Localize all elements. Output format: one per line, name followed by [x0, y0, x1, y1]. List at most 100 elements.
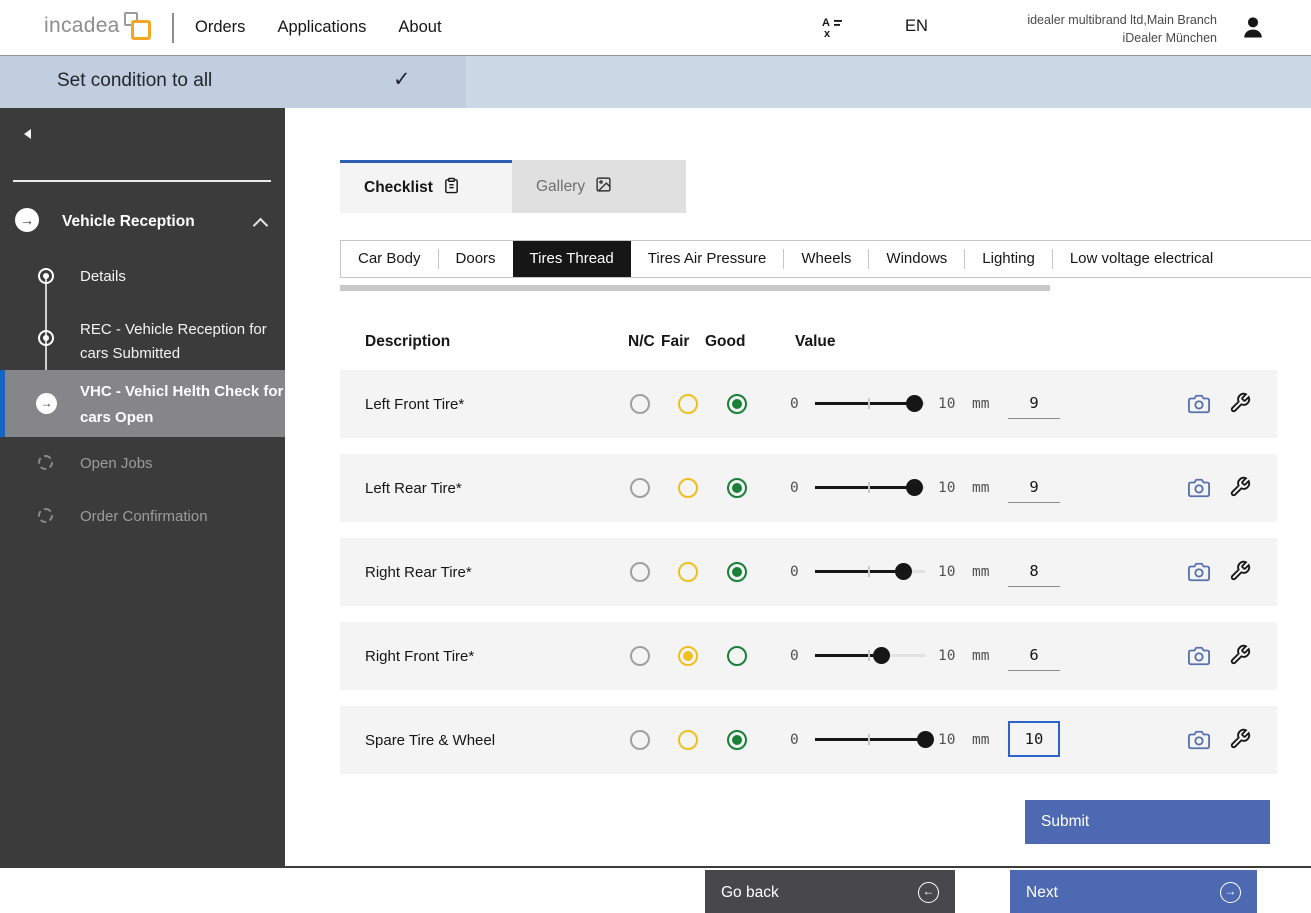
- check-icon[interactable]: ✓: [393, 67, 411, 92]
- slider-thumb[interactable]: [906, 479, 923, 496]
- wrench-icon[interactable]: [1229, 560, 1251, 587]
- image-icon: [595, 176, 612, 198]
- top-nav: Orders Applications About: [195, 0, 442, 55]
- radio-fair[interactable]: [678, 646, 698, 666]
- radio-good[interactable]: [727, 562, 747, 582]
- wrench-icon[interactable]: [1229, 476, 1251, 503]
- nav-item-applications[interactable]: Applications: [277, 18, 366, 37]
- tab-gallery[interactable]: Gallery: [512, 160, 686, 213]
- nav-item-orders[interactable]: Orders: [195, 18, 245, 37]
- next-button[interactable]: Next →: [1010, 870, 1257, 913]
- radio-fair[interactable]: [678, 478, 698, 498]
- sidebar: → Vehicle Reception DetailsREC - Vehicle…: [0, 108, 285, 868]
- camera-icon[interactable]: [1188, 561, 1210, 588]
- value-slider[interactable]: [815, 654, 925, 657]
- slider-fill: [815, 654, 881, 657]
- radio-good[interactable]: [727, 730, 747, 750]
- slider-min-label: 0: [790, 648, 799, 664]
- go-back-button[interactable]: Go back ←: [705, 870, 955, 913]
- slider-max-label: 10: [938, 480, 955, 496]
- submit-button[interactable]: Submit: [1025, 800, 1270, 844]
- tab-checklist-label: Checklist: [364, 179, 433, 197]
- camera-icon[interactable]: [1188, 477, 1210, 504]
- condition-bar: Set condition to all ✓: [0, 55, 1311, 108]
- subtab-wheels[interactable]: Wheels: [784, 241, 868, 277]
- slider-unit-label: mm: [972, 648, 989, 664]
- camera-icon[interactable]: [1188, 645, 1210, 672]
- value-input[interactable]: 9: [1008, 387, 1060, 419]
- radio-nc[interactable]: [630, 646, 650, 666]
- radio-nc[interactable]: [630, 562, 650, 582]
- step-pending-icon: [38, 508, 53, 523]
- subtab-tires-thread[interactable]: Tires Thread: [513, 241, 631, 277]
- value-input[interactable]: 9: [1008, 471, 1060, 503]
- active-step-arrow-icon: →: [36, 393, 57, 414]
- radio-nc[interactable]: [630, 394, 650, 414]
- user-avatar-icon[interactable]: [1239, 13, 1267, 41]
- translate-icon[interactable]: A x: [820, 15, 844, 39]
- dealer-line2: iDealer München: [1027, 29, 1217, 47]
- sidebar-collapse-icon[interactable]: [24, 129, 31, 139]
- value-input[interactable]: 6: [1008, 639, 1060, 671]
- chevron-up-icon[interactable]: [253, 218, 269, 234]
- radio-good[interactable]: [727, 646, 747, 666]
- slider-min-label: 0: [790, 480, 799, 496]
- slider-thumb[interactable]: [917, 731, 934, 748]
- sidebar-step-label: VHC - Vehicl Helth Check for cars Open: [80, 379, 285, 431]
- row-description: Left Front Tire*: [365, 396, 464, 413]
- subtab-car-body[interactable]: Car Body: [341, 241, 438, 277]
- radio-fair[interactable]: [678, 730, 698, 750]
- slider-max-label: 10: [938, 648, 955, 664]
- slider-unit-label: mm: [972, 732, 989, 748]
- sidebar-step-label[interactable]: Open Jobs: [80, 452, 290, 476]
- table-row: Spare Tire & Wheel 0 10 mm 10: [340, 706, 1277, 774]
- incadea-logo-icon: [124, 12, 152, 40]
- radio-nc[interactable]: [630, 478, 650, 498]
- sidebar-section-title[interactable]: Vehicle Reception: [62, 213, 195, 231]
- subtab-tires-air-pressure[interactable]: Tires Air Pressure: [631, 241, 784, 277]
- row-description: Spare Tire & Wheel: [365, 732, 495, 749]
- radio-fair[interactable]: [678, 394, 698, 414]
- sidebar-step-label[interactable]: Details: [80, 265, 290, 289]
- value-input[interactable]: 8: [1008, 555, 1060, 587]
- sidebar-step-label[interactable]: Order Confirmation: [80, 505, 290, 529]
- value-input[interactable]: 10: [1008, 721, 1060, 757]
- radio-nc[interactable]: [630, 730, 650, 750]
- incadea-logo: incadea: [44, 14, 120, 38]
- tab-checklist[interactable]: Checklist: [340, 160, 512, 213]
- value-slider[interactable]: [815, 402, 925, 405]
- slider-fill: [815, 402, 914, 405]
- value-slider[interactable]: [815, 486, 925, 489]
- camera-icon[interactable]: [1188, 729, 1210, 756]
- subtab-windows[interactable]: Windows: [869, 241, 964, 277]
- arrow-left-circle-icon: ←: [918, 882, 939, 903]
- subtab-lighting[interactable]: Lighting: [965, 241, 1052, 277]
- sidebar-step-active[interactable]: → VHC - Vehicl Helth Check for cars Open: [0, 370, 285, 437]
- step-done-icon: [38, 268, 54, 284]
- slider-midpoint-tick: [868, 650, 870, 661]
- subtab-low-voltage-electrical[interactable]: Low voltage electrical: [1053, 241, 1230, 277]
- slider-min-label: 0: [790, 396, 799, 412]
- camera-icon[interactable]: [1188, 393, 1210, 420]
- slider-thumb[interactable]: [873, 647, 890, 664]
- value-slider[interactable]: [815, 738, 925, 741]
- slider-thumb[interactable]: [906, 395, 923, 412]
- slider-unit-label: mm: [972, 396, 989, 412]
- radio-good[interactable]: [727, 394, 747, 414]
- subtab-scrollbar[interactable]: [340, 285, 1050, 291]
- radio-fair[interactable]: [678, 562, 698, 582]
- slider-midpoint-tick: [868, 734, 870, 745]
- radio-good[interactable]: [727, 478, 747, 498]
- slider-midpoint-tick: [868, 398, 870, 409]
- wrench-icon[interactable]: [1229, 644, 1251, 671]
- sidebar-step-label[interactable]: REC - Vehicle Reception for cars Submitt…: [80, 318, 290, 366]
- value-slider[interactable]: [815, 570, 925, 573]
- subtab-doors[interactable]: Doors: [439, 241, 513, 277]
- slider-fill: [815, 738, 925, 741]
- nav-item-about[interactable]: About: [398, 18, 441, 37]
- slider-thumb[interactable]: [895, 563, 912, 580]
- language-selector[interactable]: EN: [905, 17, 928, 36]
- column-header-good: Good: [705, 333, 745, 351]
- wrench-icon[interactable]: [1229, 392, 1251, 419]
- wrench-icon[interactable]: [1229, 728, 1251, 755]
